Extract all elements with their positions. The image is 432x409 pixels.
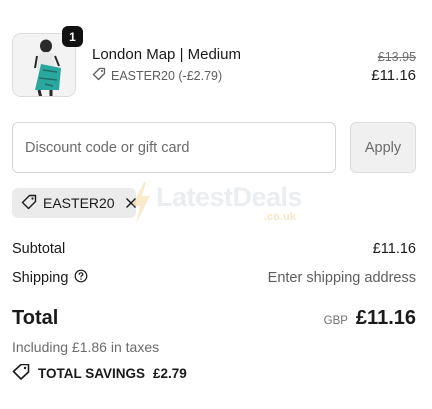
applied-discount-code: EASTER20	[43, 195, 115, 211]
taxes-note: Including £1.86 in taxes	[12, 339, 160, 355]
product-discount: EASTER20 (-£2.79)	[92, 67, 222, 84]
total-savings: TOTAL SAVINGS £2.79	[12, 363, 187, 383]
quantity-badge: 1	[62, 26, 83, 47]
total-row: Total GBP £11.16	[12, 307, 416, 330]
shipping-label: Shipping	[12, 270, 69, 286]
product-name: London Map | Medium	[92, 46, 241, 63]
applied-discount-chip: EASTER20	[12, 188, 136, 218]
subtotal-label: Subtotal	[12, 241, 66, 257]
savings-label: TOTAL SAVINGS	[38, 366, 146, 381]
total-amount: £11.16	[355, 307, 416, 329]
shipping-label-group: Shipping	[12, 269, 88, 287]
apply-button[interactable]: Apply	[350, 122, 416, 173]
product-discount-label: EASTER20 (-£2.79)	[111, 68, 223, 83]
original-price: £13.95	[377, 50, 416, 64]
shipping-value: Enter shipping address	[267, 270, 416, 286]
watermark-subtitle: .co.uk	[264, 211, 296, 223]
subtotal-value: £11.16	[372, 241, 416, 257]
help-circle-icon[interactable]	[74, 269, 88, 287]
cart-line-item: 1 London Map | Medium EASTER20 (-£2.79) …	[12, 26, 416, 97]
watermark-logo: LatestDeals .co.uk	[130, 182, 320, 226]
total-amount-group: GBP £11.16	[324, 307, 416, 330]
savings-value: £2.79	[153, 366, 187, 381]
discount-code-input[interactable]	[12, 122, 336, 173]
total-label: Total	[12, 307, 59, 329]
savings-tag-icon	[12, 363, 30, 383]
tag-icon	[21, 194, 37, 213]
item-price: £11.16	[371, 67, 416, 84]
subtotal-row: Subtotal £11.16	[12, 241, 416, 257]
watermark-title: LatestDeals	[156, 182, 303, 212]
shipping-row: Shipping Enter shipping address	[12, 269, 416, 287]
currency-code: GBP	[323, 315, 348, 327]
tag-icon	[92, 67, 106, 84]
